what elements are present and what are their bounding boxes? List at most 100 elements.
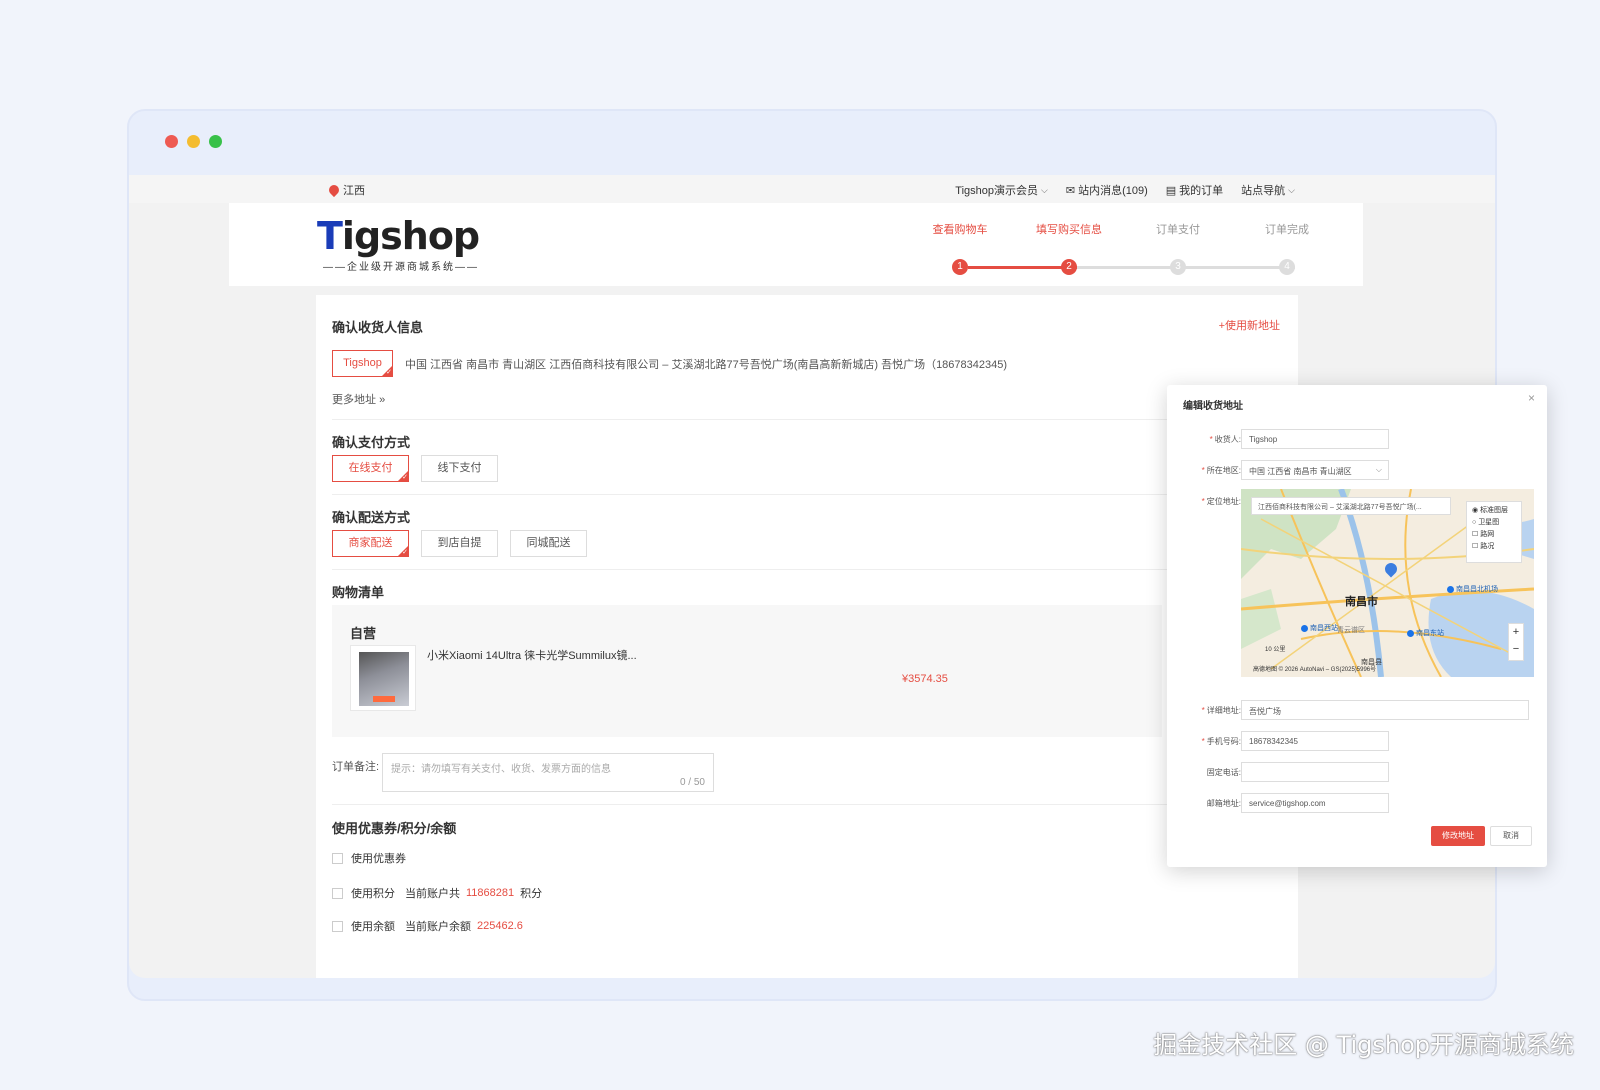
region-value: 中国 江西省 南昌市 青山湖区	[1249, 467, 1352, 476]
logo-text: Tigshop	[317, 214, 480, 258]
delivery-title: 确认配送方式	[332, 510, 411, 525]
selected-address-text: 中国 江西省 南昌市 青山湖区 江西佰商科技有限公司 – 艾溪湖北路77号吾悦广…	[405, 359, 1008, 371]
consignee-field-label: * 收货人:	[1209, 435, 1241, 444]
delivery-pickup-option[interactable]: 到店自提	[421, 530, 498, 557]
balance-checkbox[interactable]	[332, 920, 343, 932]
more-addresses-toggle[interactable]: 更多地址 »	[332, 391, 385, 407]
divider	[332, 804, 1282, 805]
map-layer-panel: ◉ 标准图层 ○ 卫星图 ☐ 路网 ☐ 路况	[1466, 501, 1522, 563]
orders-link[interactable]: ▤ 我的订单	[1166, 182, 1223, 198]
delivery-local-option[interactable]: 同城配送	[510, 530, 587, 557]
consignee-input[interactable]: Tigshop	[1241, 429, 1389, 449]
points-value: 11868281	[466, 887, 515, 899]
top-bar: 江西 Tigshop演示会员 ⌵ ✉ 站内消息(109) ▤ 我的订单 站点导航 ⌵	[129, 175, 1495, 203]
layer-traffic-checkbox[interactable]: ☐ 路况	[1472, 541, 1516, 553]
map-scale: 10 公里	[1265, 647, 1286, 653]
balance-prefix: 当前账户余额	[405, 921, 471, 933]
step-label-2: 填写购买信息	[1036, 224, 1102, 236]
mobile-input[interactable]: 18678342345	[1241, 731, 1389, 751]
address-option-selected[interactable]: Tigshop	[332, 350, 393, 378]
logo[interactable]: Tigshop ——企业级开源商城系统——	[317, 214, 480, 273]
site-nav-menu[interactable]: 站点导航 ⌵	[1241, 182, 1295, 198]
remark-char-count: 0 / 50	[679, 777, 705, 788]
detail-address-input[interactable]: 吾悦广场	[1241, 700, 1529, 720]
mobile-field-label: * 手机号码:	[1201, 737, 1241, 746]
shop-name: 自营	[350, 626, 377, 641]
layer-standard-radio[interactable]: ◉ 标准图层	[1472, 505, 1516, 517]
step-label-1: 查看购物车	[932, 224, 988, 236]
map-city-label: 南昌市	[1345, 596, 1378, 608]
chevron-down-icon: ⌵	[1375, 465, 1382, 474]
logo-tagline: ——企业级开源商城系统——	[323, 262, 479, 273]
balance-label: 使用余额	[351, 921, 395, 933]
locate-field-label: * 定位地址:	[1201, 497, 1241, 506]
map-search-box[interactable]: 江西佰商科技有限公司 – 艾溪湖北路77号吾悦广场(...	[1251, 497, 1451, 515]
minimize-dot[interactable]	[187, 135, 200, 148]
messages-link[interactable]: ✉ 站内消息(109)	[1066, 182, 1148, 198]
remark-placeholder: 提示：请勿填写有关支付、收货、发票方面的信息	[391, 764, 611, 775]
email-input[interactable]: service@tigshop.com	[1241, 793, 1389, 813]
payment-offline-option[interactable]: 线下支付	[421, 455, 498, 482]
dialog-title: 编辑收货地址	[1183, 401, 1243, 412]
step-circle-3: 3	[1170, 259, 1186, 275]
close-icon[interactable]: ×	[1528, 391, 1535, 405]
step-label-4: 订单完成	[1265, 224, 1309, 236]
document-icon: ▤	[1165, 184, 1177, 197]
order-form: 确认收货人信息 +使用新地址 Tigshop 中国 江西省 南昌市 青山湖区 江…	[316, 295, 1298, 978]
location-selector[interactable]: 江西	[326, 182, 365, 198]
map-zoom-control: + −	[1508, 623, 1524, 661]
product-price: ¥3574.35	[902, 673, 948, 685]
more-addresses-label: 更多地址	[332, 394, 376, 406]
region-field-label: * 所在地区:	[1201, 466, 1241, 475]
close-dot[interactable]	[165, 135, 178, 148]
consignee-title: 确认收货人信息	[332, 320, 424, 335]
location-pin-icon	[326, 182, 342, 198]
zoom-in-button[interactable]: +	[1509, 624, 1523, 641]
divider	[332, 569, 1282, 570]
layer-satellite-radio[interactable]: ○ 卫星图	[1472, 517, 1516, 529]
header: Tigshop ——企业级开源商城系统—— 查看购物车 填写购买信息 订单支付 …	[229, 203, 1363, 286]
poi-airport: 南昌昌北机场	[1447, 584, 1498, 594]
member-menu[interactable]: Tigshop演示会员 ⌵	[955, 182, 1048, 198]
messages-label: 站内消息(109)	[1078, 185, 1148, 197]
poi-qingyunpu: 青云谱区	[1337, 627, 1365, 634]
remark-textarea[interactable]: 提示：请勿填写有关支付、收货、发票方面的信息 0 / 50	[382, 753, 714, 792]
window-controls	[165, 135, 222, 148]
chevron-down-icon: ⌵	[1288, 184, 1295, 195]
points-prefix: 当前账户共	[405, 888, 460, 900]
use-new-address-link[interactable]: +使用新地址	[1219, 317, 1280, 333]
points-row: 使用积分 当前账户共 11868281 积分	[332, 885, 542, 901]
shop-group: 自营 小米Xiaomi 14Ultra 徕卡光学Summilux镜... ¥35…	[332, 605, 1162, 737]
coupon-label: 使用优惠券	[351, 853, 406, 865]
map-attribution: 高德地图 © 2026 AutoNavi – GS(2025)5996号	[1253, 667, 1377, 673]
step-circle-4: 4	[1279, 259, 1295, 275]
balance-value: 225462.6	[477, 920, 523, 932]
edit-address-dialog: 编辑收货地址 × * 收货人: Tigshop * 所在地区: 中国 江西省 南昌市…	[1167, 385, 1547, 867]
layer-roads-checkbox[interactable]: ☐ 路网	[1472, 529, 1516, 541]
mail-icon: ✉	[1065, 184, 1076, 197]
delivery-merchant-option[interactable]: 商家配送	[332, 530, 409, 558]
zoom-out-button[interactable]: −	[1509, 641, 1523, 658]
step-circle-1: 1	[952, 259, 968, 275]
cancel-button[interactable]: 取消	[1490, 826, 1532, 846]
save-address-button[interactable]: 修改地址	[1431, 826, 1485, 846]
step-label-3: 订单支付	[1156, 224, 1200, 236]
phone-input[interactable]	[1241, 762, 1389, 782]
discount-title: 使用优惠券/积分/余额	[332, 821, 457, 836]
balance-row: 使用余额 当前账户余额 225462.6	[332, 918, 523, 934]
site-nav-label: 站点导航	[1241, 185, 1286, 197]
region-select[interactable]: 中国 江西省 南昌市 青山湖区 ⌵	[1241, 460, 1389, 480]
coupon-checkbox[interactable]	[332, 852, 343, 864]
product-name[interactable]: 小米Xiaomi 14Ultra 徕卡光学Summilux镜...	[427, 647, 637, 663]
payment-online-option[interactable]: 在线支付	[332, 455, 409, 483]
member-label: Tigshop演示会员	[955, 185, 1039, 197]
remark-label: 订单备注:	[332, 761, 380, 773]
email-field-label: 邮箱地址:	[1206, 799, 1241, 808]
divider	[332, 419, 1282, 420]
coupon-row: 使用优惠券	[332, 850, 406, 866]
product-image[interactable]	[350, 645, 416, 711]
points-checkbox[interactable]	[332, 887, 343, 899]
maximize-dot[interactable]	[209, 135, 222, 148]
location-map[interactable]: 江西佰商科技有限公司 – 艾溪湖北路77号吾悦广场(... ◉ 标准图层 ○ 卫…	[1241, 489, 1534, 677]
checkout-steps: 查看购物车 填写购买信息 订单支付 订单完成 1 2 3 4	[929, 221, 1309, 275]
